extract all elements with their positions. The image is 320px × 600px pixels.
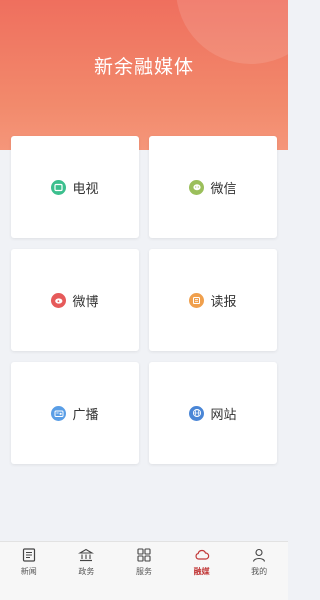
card-label: 微信 <box>210 181 237 197</box>
tab-label: 服务 <box>135 567 152 576</box>
news-icon <box>22 548 35 562</box>
cloud-icon <box>195 549 209 560</box>
grid-icon <box>137 548 151 562</box>
card-label: 广播 <box>72 407 99 423</box>
header-banner: 新余融媒体 <box>0 0 288 150</box>
bottom-tab-bar: 新闻 政务 服务 融媒 我的 <box>0 541 288 600</box>
card-newspaper[interactable]: 读报 <box>149 249 277 351</box>
tab-label: 新闻 <box>20 567 37 576</box>
card-tv[interactable]: 电视 <box>11 136 139 238</box>
tab-services[interactable]: 服务 <box>115 542 173 600</box>
tab-profile[interactable]: 我的 <box>230 542 288 600</box>
wechat-icon <box>189 179 205 195</box>
tab-media[interactable]: 融媒 <box>173 542 231 600</box>
weibo-icon <box>51 292 67 308</box>
government-icon <box>78 548 95 562</box>
card-label: 电视 <box>72 181 99 197</box>
radio-icon <box>51 405 67 421</box>
card-radio[interactable]: 广播 <box>11 362 139 464</box>
tv-icon <box>51 179 67 195</box>
card-label: 网站 <box>210 407 237 423</box>
card-label: 微博 <box>72 294 99 310</box>
profile-icon <box>253 548 266 562</box>
tab-label: 政务 <box>78 567 95 576</box>
tab-government[interactable]: 政务 <box>58 542 116 600</box>
card-weibo[interactable]: 微博 <box>11 249 139 351</box>
tab-label: 融媒 <box>193 567 210 576</box>
card-wechat[interactable]: 微信 <box>149 136 277 238</box>
card-label: 读报 <box>210 294 237 310</box>
card-website[interactable]: 网站 <box>149 362 277 464</box>
newspaper-icon <box>189 292 205 308</box>
tab-label: 我的 <box>251 567 268 576</box>
tab-news[interactable]: 新闻 <box>0 542 58 600</box>
page-title: 新余融媒体 <box>93 56 194 78</box>
globe-icon <box>189 405 205 421</box>
